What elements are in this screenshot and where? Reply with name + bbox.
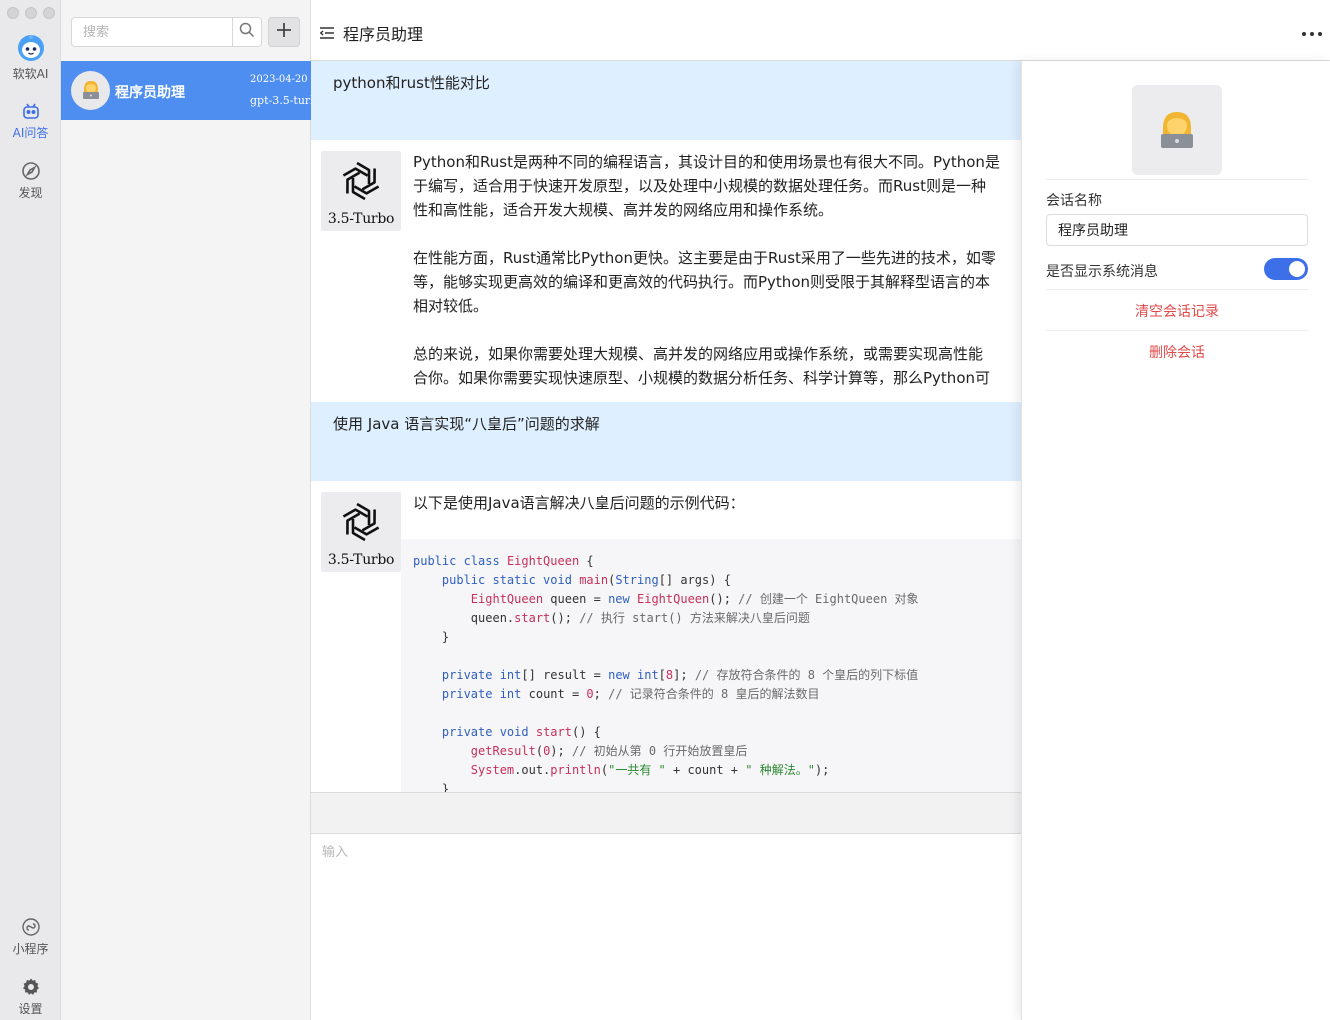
assistant-model-label: 3.5-Turbo <box>327 552 395 568</box>
nav-miniapp-label: 小程序 <box>12 942 49 956</box>
conversation-model: gpt-3.5-turbo <box>250 94 311 107</box>
toggle-knob <box>1289 261 1305 277</box>
nav-ai-qa-label: AI问答 <box>12 126 49 140</box>
assistant-model-label: 3.5-Turbo <box>327 211 395 227</box>
conversation-title: 程序员助理 <box>115 85 185 101</box>
window-controls <box>7 7 55 19</box>
code-line: } <box>441 630 450 644</box>
search-box <box>71 17 262 47</box>
assistant-avatar: 3.5-Turbo <box>321 492 401 572</box>
user-message-text: python和rust性能对比 <box>333 74 490 92</box>
user-message: python和rust性能对比 <box>311 61 1021 140</box>
paragraph: 在性能方面，Rust通常比Python更快。这主要是由于Rust采用了一些先进的… <box>413 246 1021 318</box>
brand-logo[interactable]: 软软AI <box>0 34 61 82</box>
brand-label: 软软AI <box>12 67 49 81</box>
code-block[interactable]: public class EightQueen { public static … <box>401 539 1021 792</box>
nav-settings-label: 设置 <box>18 1002 43 1016</box>
gear-icon <box>21 977 41 997</box>
more-options-button[interactable] <box>1298 18 1326 42</box>
chat-header: 程序员助理 <box>311 0 1330 61</box>
nav-discover[interactable]: 发现 <box>0 161 61 201</box>
code-line: private int count = 0; // 记录符合条件的 8 皇后的解… <box>441 687 820 701</box>
text-line: Python和Rust是两种不同的编程语言，其设计目的和使用场景也有很大不同。P… <box>413 153 1000 171</box>
conversation-name-label: 会话名称 <box>1046 193 1102 209</box>
code-line: System.out.println("一共有 " + count + " 种解… <box>470 763 830 777</box>
code-line: } <box>441 782 450 792</box>
nav-settings[interactable]: 设置 <box>0 977 61 1017</box>
text-line: 总的来说，如果你需要处理大规模、高并发的网络应用或操作系统，或需要实现高性能 <box>413 345 984 363</box>
user-message-text: 使用 Java 语言实现“八皇后”问题的求解 <box>333 415 600 433</box>
nav-rail: 软软AI AI问答 发现 小程序 设置 <box>0 0 61 1020</box>
show-system-label: 是否显示系统消息 <box>1046 264 1158 280</box>
user-message: 使用 Java 语言实现“八皇后”问题的求解 <box>311 402 1021 481</box>
openai-logo-icon <box>337 498 385 550</box>
message-list: python和rust性能对比 3.5-Turbo Python和Rust是两种… <box>311 61 1021 792</box>
search-button[interactable] <box>232 18 261 46</box>
woman-technologist-icon <box>79 77 103 105</box>
text-line: 合你。如果你需要实现快速原型、小规模的数据分析任务、科学计算等，那么Python… <box>413 369 990 387</box>
paragraph: 总的来说，如果你需要处理大规模、高并发的网络应用或操作系统，或需要实现高性能 合… <box>413 342 1021 390</box>
code-line: public class EightQueen { <box>413 554 594 568</box>
nav-miniapp[interactable]: 小程序 <box>0 917 61 957</box>
code-line: public static void main(String[] args) { <box>441 573 731 587</box>
clear-history-button[interactable]: 清空会话记录 <box>1046 301 1308 321</box>
code-line: getResult(0); // 初始从第 0 行开始放置皇后 <box>470 744 748 758</box>
divider <box>1046 179 1308 180</box>
text-line: 性和高性能，适合开发大规模、高并发的网络应用和操作系统。 <box>413 201 834 219</box>
more-icon <box>1301 18 1323 42</box>
conversation-avatar <box>71 71 110 110</box>
plus-icon <box>276 22 292 42</box>
nav-ai-qa[interactable]: AI问答 <box>0 101 61 141</box>
minimize-window-button[interactable] <box>25 7 37 19</box>
code-line: private int[] result = new int[8]; // 存放… <box>441 668 919 682</box>
conversation-settings-panel: 会话名称 是否显示系统消息 清空会话记录 删除会话 <box>1021 61 1330 1020</box>
new-conversation-button[interactable] <box>268 17 300 47</box>
show-system-toggle[interactable] <box>1264 258 1308 280</box>
conversation-avatar-large[interactable] <box>1132 85 1222 175</box>
chat-title: 程序员助理 <box>343 25 424 44</box>
assistant-message-text: Python和Rust是两种不同的编程语言，其设计目的和使用场景也有很大不同。P… <box>413 150 1021 414</box>
divider <box>1046 289 1308 290</box>
text-line: 在性能方面，Rust通常比Python更快。这主要是由于Rust采用了一些先进的… <box>413 249 996 267</box>
miniapp-icon <box>21 917 41 937</box>
woman-technologist-icon <box>1153 104 1201 156</box>
code-line: queen.start(); // 执行 start() 方法来解决八皇后问题 <box>470 611 810 625</box>
text-line: 以下是使用Java语言解决八皇后问题的示例代码： <box>413 494 745 512</box>
text-line: 于编写，适合用于快速开发原型，以及处理中小规模的数据处理任务。而Rust则是一种 <box>413 177 986 195</box>
divider <box>1046 330 1308 331</box>
conversation-date: 2023-04-20 <box>250 74 308 85</box>
openai-logo-icon <box>337 157 385 209</box>
text-line: 相对较低。 <box>413 297 489 315</box>
close-window-button[interactable] <box>7 7 19 19</box>
assistant-message-text: 以下是使用Java语言解决八皇后问题的示例代码： <box>413 491 1021 515</box>
paragraph: Python和Rust是两种不同的编程语言，其设计目的和使用场景也有很大不同。P… <box>413 150 1021 222</box>
code-line: EightQueen queen = new EightQueen(); // … <box>470 592 919 606</box>
search-input[interactable] <box>72 18 232 46</box>
compass-icon <box>21 161 41 181</box>
nav-discover-label: 发现 <box>18 186 43 200</box>
text-line: 等，能够实现更高效的编译和更高效的代码执行。而Python则受限于其解释型语言的… <box>413 273 990 291</box>
delete-conversation-button[interactable]: 删除会话 <box>1046 342 1308 362</box>
conversation-name-input[interactable] <box>1046 214 1308 246</box>
menu-fold-icon[interactable] <box>319 24 334 43</box>
assistant-message: 3.5-Turbo Python和Rust是两种不同的编程语言，其设计目的和使用… <box>311 140 1021 402</box>
brand-logo-icon <box>17 34 45 62</box>
code-line: private void start() { <box>441 725 601 739</box>
assistant-avatar: 3.5-Turbo <box>321 151 401 231</box>
conversation-sidebar: 程序员助理 2023-04-20 gpt-3.5-turbo <box>61 0 311 1020</box>
search-icon <box>239 22 255 42</box>
robot-icon <box>21 101 41 121</box>
zoom-window-button[interactable] <box>43 7 55 19</box>
conversation-item[interactable]: 程序员助理 2023-04-20 gpt-3.5-turbo <box>61 61 311 120</box>
